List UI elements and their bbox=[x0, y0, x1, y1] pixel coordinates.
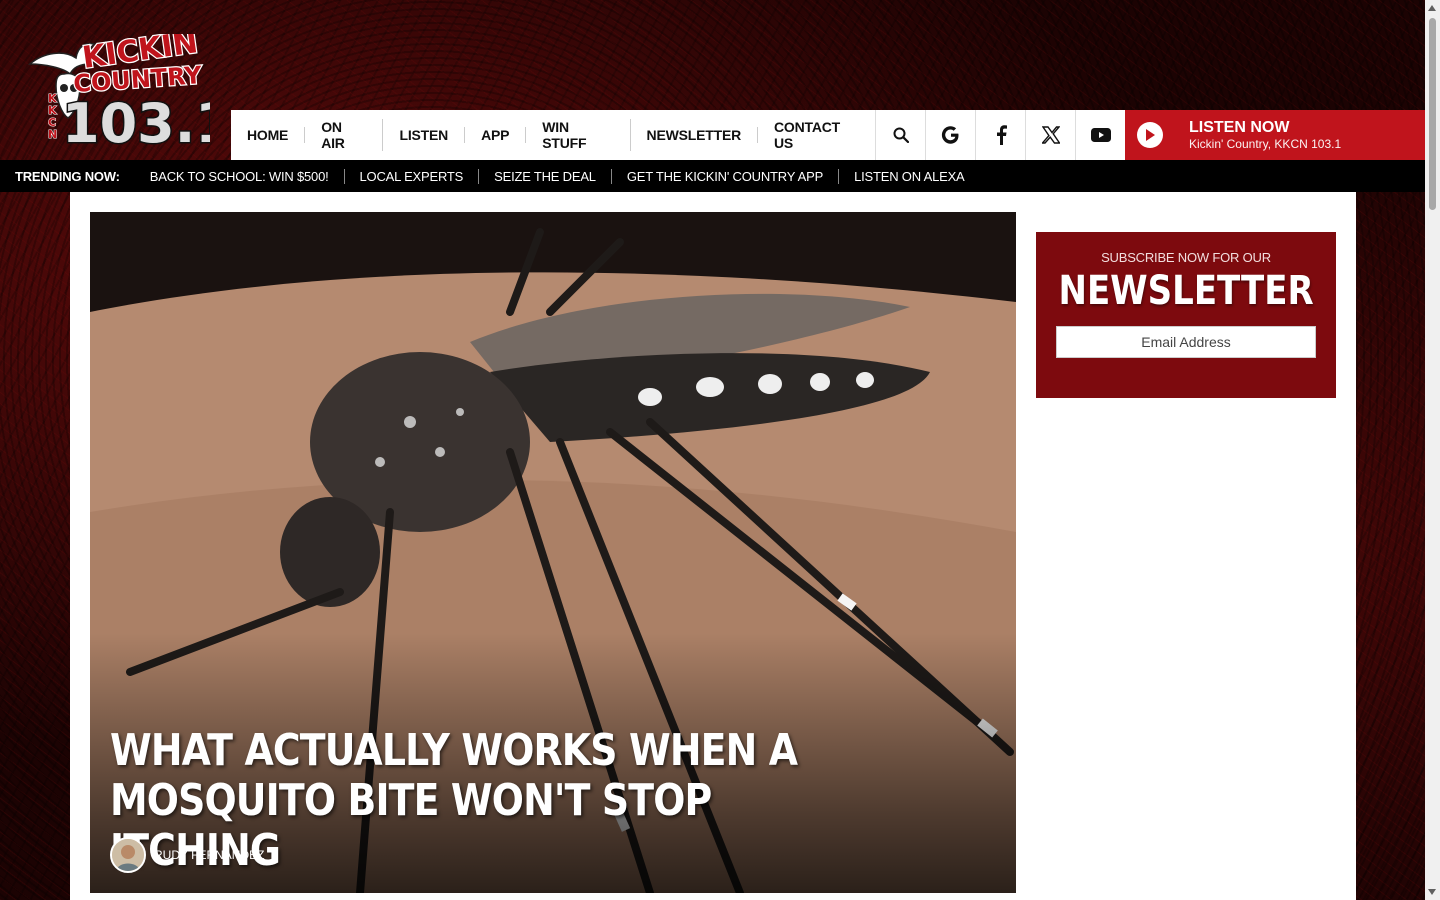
play-icon bbox=[1137, 122, 1163, 148]
nav-item-app[interactable]: APP bbox=[465, 127, 527, 143]
trending-item-listen-on-alexa[interactable]: LISTEN ON ALEXA bbox=[839, 169, 979, 184]
youtube-link[interactable] bbox=[1075, 110, 1125, 160]
main-nav: HOME ON AIR LISTEN APP WIN STUFF NEWSLET… bbox=[231, 110, 1425, 160]
author-name: RUDY FERNANDEZ bbox=[154, 848, 265, 862]
trending-item-seize-the-deal[interactable]: SEIZE THE DEAL bbox=[479, 168, 612, 184]
nav-item-home[interactable]: HOME bbox=[231, 127, 306, 143]
svg-text:103.1: 103.1 bbox=[62, 92, 210, 154]
nav-item-on-air[interactable]: ON AIR bbox=[305, 119, 384, 151]
nav-item-win-stuff[interactable]: WIN STUFF bbox=[526, 119, 631, 151]
page-scrollbar[interactable] bbox=[1425, 0, 1440, 900]
trending-label: TRENDING NOW: bbox=[15, 168, 120, 184]
x-twitter-icon bbox=[1041, 126, 1060, 144]
scroll-up-icon[interactable] bbox=[1428, 5, 1436, 11]
scroll-thumb[interactable] bbox=[1429, 18, 1436, 210]
nav-menu: HOME ON AIR LISTEN APP WIN STUFF NEWSLET… bbox=[231, 110, 875, 160]
author-avatar bbox=[110, 837, 146, 873]
google-link[interactable] bbox=[925, 110, 975, 160]
nav-item-listen[interactable]: LISTEN bbox=[383, 127, 466, 143]
youtube-icon bbox=[1090, 128, 1111, 142]
trending-item-get-app[interactable]: GET THE KICKIN' COUNTRY APP bbox=[612, 168, 840, 184]
hero-article[interactable]: WHAT ACTUALLY WORKS WHEN A MOSQUITO BITE… bbox=[90, 212, 1016, 893]
newsletter-title: NEWSLETTER bbox=[1058, 268, 1314, 314]
trending-bar: TRENDING NOW: BACK TO SCHOOL: WIN $500! … bbox=[0, 160, 1425, 192]
author-byline[interactable]: RUDY FERNANDEZ bbox=[110, 837, 264, 873]
google-icon bbox=[941, 126, 958, 144]
logo-graphic: KICKIN COUNTRY 103.1 KKCN bbox=[27, 24, 234, 157]
content-area: WHAT ACTUALLY WORKS WHEN A MOSQUITO BITE… bbox=[70, 192, 1356, 900]
station-logo[interactable]: KICKIN COUNTRY 103.1 KKCN bbox=[24, 24, 234, 157]
x-twitter-link[interactable] bbox=[1025, 110, 1075, 160]
listen-now-title: LISTEN NOW bbox=[1189, 118, 1290, 136]
trending-item-back-to-school[interactable]: BACK TO SCHOOL: WIN $500! bbox=[135, 168, 345, 184]
facebook-icon bbox=[996, 125, 1007, 145]
newsletter-subtitle: SUBSCRIBE NOW FOR OUR bbox=[1101, 250, 1271, 265]
nav-item-newsletter[interactable]: NEWSLETTER bbox=[631, 127, 758, 143]
listen-now-button[interactable]: LISTEN NOW Kickin' Country, KKCN 103.1 bbox=[1125, 110, 1425, 160]
search-button[interactable] bbox=[875, 110, 925, 160]
listen-now-station: Kickin' Country, KKCN 103.1 bbox=[1189, 136, 1342, 151]
trending-item-local-experts[interactable]: LOCAL EXPERTS bbox=[345, 168, 480, 184]
svg-text:N: N bbox=[48, 128, 57, 141]
search-icon bbox=[893, 127, 909, 143]
nav-item-contact-us[interactable]: CONTACT US bbox=[758, 119, 875, 151]
newsletter-signup: SUBSCRIBE NOW FOR OUR NEWSLETTER bbox=[1036, 232, 1336, 398]
listen-now-text: LISTEN NOW Kickin' Country, KKCN 103.1 bbox=[1189, 119, 1341, 152]
email-field[interactable] bbox=[1056, 326, 1316, 358]
facebook-link[interactable] bbox=[975, 110, 1025, 160]
scroll-down-icon[interactable] bbox=[1428, 889, 1436, 895]
